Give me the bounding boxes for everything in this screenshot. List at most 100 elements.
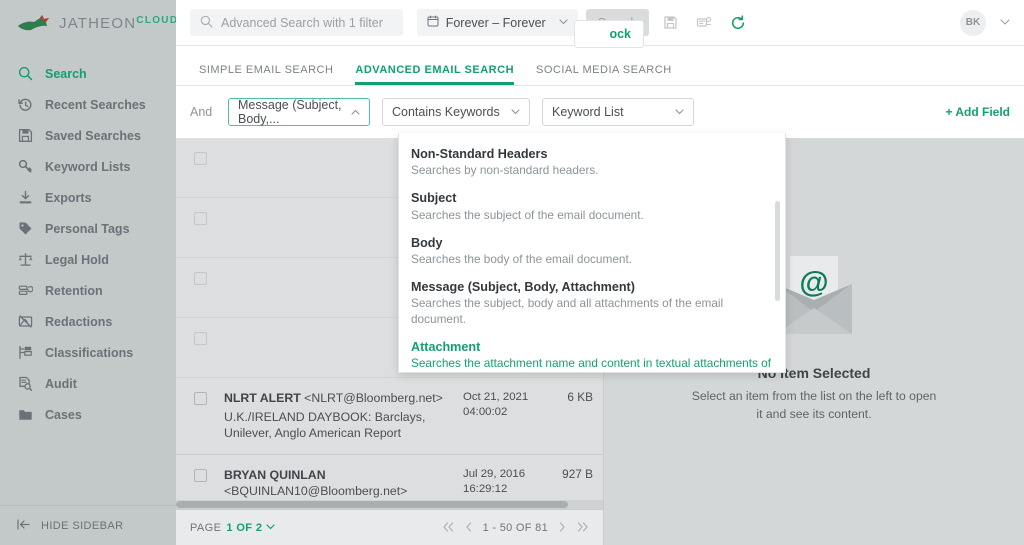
sidebar-item-saved-searches[interactable]: Saved Searches [0, 120, 176, 151]
email-address: <NLRT@Bloomberg.net> [304, 391, 443, 405]
sidebar-item-label: Keyword Lists [45, 160, 130, 174]
row-checkbox[interactable] [194, 392, 207, 405]
refresh-icon[interactable] [725, 10, 751, 36]
pagination-bar: PAGE 1 OF 2 1 - 50 OF 81 [176, 509, 603, 545]
sidebar-item-retention[interactable]: Retention [0, 275, 176, 306]
email-sender: NLRT ALERT [224, 391, 301, 405]
chevron-up-icon [351, 107, 360, 118]
date-range-selector[interactable]: Forever – Forever [417, 9, 578, 36]
sidebar-item-label: Legal Hold [45, 253, 109, 267]
save-icon [17, 128, 33, 144]
field-select[interactable]: Message (Subject, Body,... [228, 98, 370, 126]
chevron-down-icon [559, 17, 568, 28]
sidebar-item-label: Exports [45, 191, 92, 205]
dropdown-option-title: Message (Subject, Body, Attachment) [411, 279, 773, 295]
brand-suffix: CLOUD [136, 15, 178, 26]
add-field-button[interactable]: + Add Field [945, 105, 1010, 119]
search-input[interactable]: Advanced Search with 1 filter [190, 9, 403, 36]
chevron-down-icon [511, 107, 520, 118]
calendar-icon [427, 15, 439, 30]
sidebar-item-keyword-lists[interactable]: Keyword Lists [0, 151, 176, 182]
row-checkbox[interactable] [194, 212, 207, 225]
tab-social-media-search[interactable]: SOCIAL MEDIA SEARCH [525, 64, 683, 85]
tag-icon [17, 221, 33, 237]
pager-controls: 1 - 50 OF 81 [442, 521, 589, 535]
dropdown-option-message-subject-body-attachment[interactable]: Message (Subject, Body, Attachment)Searc… [399, 274, 785, 334]
lock-button[interactable]: ock [574, 20, 644, 48]
email-date-day: Jul 29, 2016 [463, 467, 541, 482]
value-select[interactable]: Keyword List [542, 98, 694, 126]
email-date-time: 16:29:12 [463, 482, 541, 497]
brand-logo[interactable]: JATHEONCLOUD [0, 0, 176, 46]
collapse-icon [17, 519, 30, 533]
scrollbar-thumb[interactable] [176, 501, 568, 508]
row-checkbox-cell [176, 210, 224, 225]
dropdown-scrollbar[interactable] [775, 201, 780, 301]
dropdown-option-non-standard-headers[interactable]: Non-Standard HeadersSearches by non-stan… [399, 141, 785, 185]
row-checkbox[interactable] [194, 152, 207, 165]
row-checkbox[interactable] [194, 469, 207, 482]
dropdown-option-title: Subject [411, 190, 773, 206]
sidebar-item-label: Retention [45, 284, 103, 298]
tab-simple-email-search[interactable]: SIMPLE EMAIL SEARCH [188, 64, 344, 85]
dropdown-option-desc: Searches the subject of the email docume… [411, 208, 773, 224]
email-list-item[interactable]: BRYAN QUINLAN <BQUINLAN10@Bloomberg.net>… [176, 455, 603, 500]
sidebar-item-label: Redactions [45, 315, 112, 329]
dropdown-option-attachment[interactable]: AttachmentSearches the attachment name a… [399, 334, 785, 373]
folder-icon [17, 407, 33, 423]
row-checkbox[interactable] [194, 272, 207, 285]
sidebar-item-cases[interactable]: Cases [0, 399, 176, 430]
sidebar-item-legal-hold[interactable]: Legal Hold [0, 244, 176, 275]
next-page-icon[interactable] [558, 521, 566, 535]
dropdown-option-desc: Searches the subject, body and all attac… [411, 296, 773, 328]
svg-text:@: @ [799, 266, 828, 299]
result-range-label: 1 - 50 OF 81 [483, 522, 548, 534]
last-page-icon[interactable] [576, 521, 589, 535]
sidebar-item-exports[interactable]: Exports [0, 182, 176, 213]
prev-page-icon[interactable] [465, 521, 473, 535]
page-value[interactable]: 1 OF 2 [226, 522, 262, 534]
dropdown-option-desc: Searches by non-standard headers. [411, 163, 773, 179]
empty-state-desc: Select an item from the list on the left… [692, 387, 937, 424]
email-size: 6 KB [541, 390, 593, 404]
sidebar-item-classifications[interactable]: Classifications [0, 337, 176, 368]
sidebar-item-audit[interactable]: Audit [0, 368, 176, 399]
sidebar-item-search[interactable]: Search [0, 58, 176, 89]
dropdown-option-desc: Searches the attachment name and content… [411, 356, 773, 373]
hide-sidebar-button[interactable]: HIDE SIDEBAR [0, 505, 176, 545]
empty-state-line1: Select an item from the list on the left… [692, 389, 937, 403]
first-page-icon[interactable] [442, 521, 455, 535]
search-placeholder-text: Advanced Search with 1 filter [221, 16, 383, 30]
sidebar-item-redactions[interactable]: Redactions [0, 306, 176, 337]
search-icon [200, 15, 213, 31]
main-area: Advanced Search with 1 filter Forever – … [176, 0, 1024, 545]
tab-advanced-email-search[interactable]: ADVANCED EMAIL SEARCH [344, 64, 525, 85]
row-checkbox-cell [176, 270, 224, 285]
dropdown-option-body[interactable]: BodySearches the body of the email docum… [399, 230, 785, 274]
sidebar-item-label: Classifications [45, 346, 133, 360]
key-icon [17, 159, 33, 175]
saved-searches-icon[interactable] [691, 10, 717, 36]
field-select-dropdown[interactable]: Non-Standard HeadersSearches by non-stan… [398, 133, 786, 373]
email-sender-line: BRYAN QUINLAN <BQUINLAN10@Bloomberg.net> [224, 467, 459, 500]
email-list-item[interactable]: NLRT ALERT <NLRT@Bloomberg.net>U.K./IREL… [176, 378, 603, 455]
row-checkbox[interactable] [194, 332, 207, 345]
download-icon [17, 190, 33, 206]
brand-name: JATHEONCLOUD [59, 15, 178, 32]
email-sender: BRYAN QUINLAN [224, 468, 326, 482]
avatar[interactable]: BK [960, 10, 986, 36]
operator-select[interactable]: Contains Keywords [382, 98, 530, 126]
avatar-chevron-down-icon[interactable] [1000, 17, 1010, 28]
email-summary: BRYAN QUINLAN <BQUINLAN10@Bloomberg.net>… [224, 467, 459, 500]
scales-icon [17, 252, 33, 268]
page-chevron-down-icon[interactable] [266, 522, 275, 533]
sidebar-item-recent-searches[interactable]: Recent Searches [0, 89, 176, 120]
page-label: PAGE [190, 522, 221, 534]
retention-icon [17, 283, 33, 299]
sidebar-item-personal-tags[interactable]: Personal Tags [0, 213, 176, 244]
sidebar-item-label: Personal Tags [45, 222, 130, 236]
dropdown-option-subject[interactable]: Subject Searches the subject of the email… [399, 185, 785, 229]
email-summary: NLRT ALERT <NLRT@Bloomberg.net>U.K./IREL… [224, 390, 459, 442]
horizontal-scrollbar[interactable] [176, 500, 603, 509]
save-search-icon[interactable] [657, 10, 683, 36]
